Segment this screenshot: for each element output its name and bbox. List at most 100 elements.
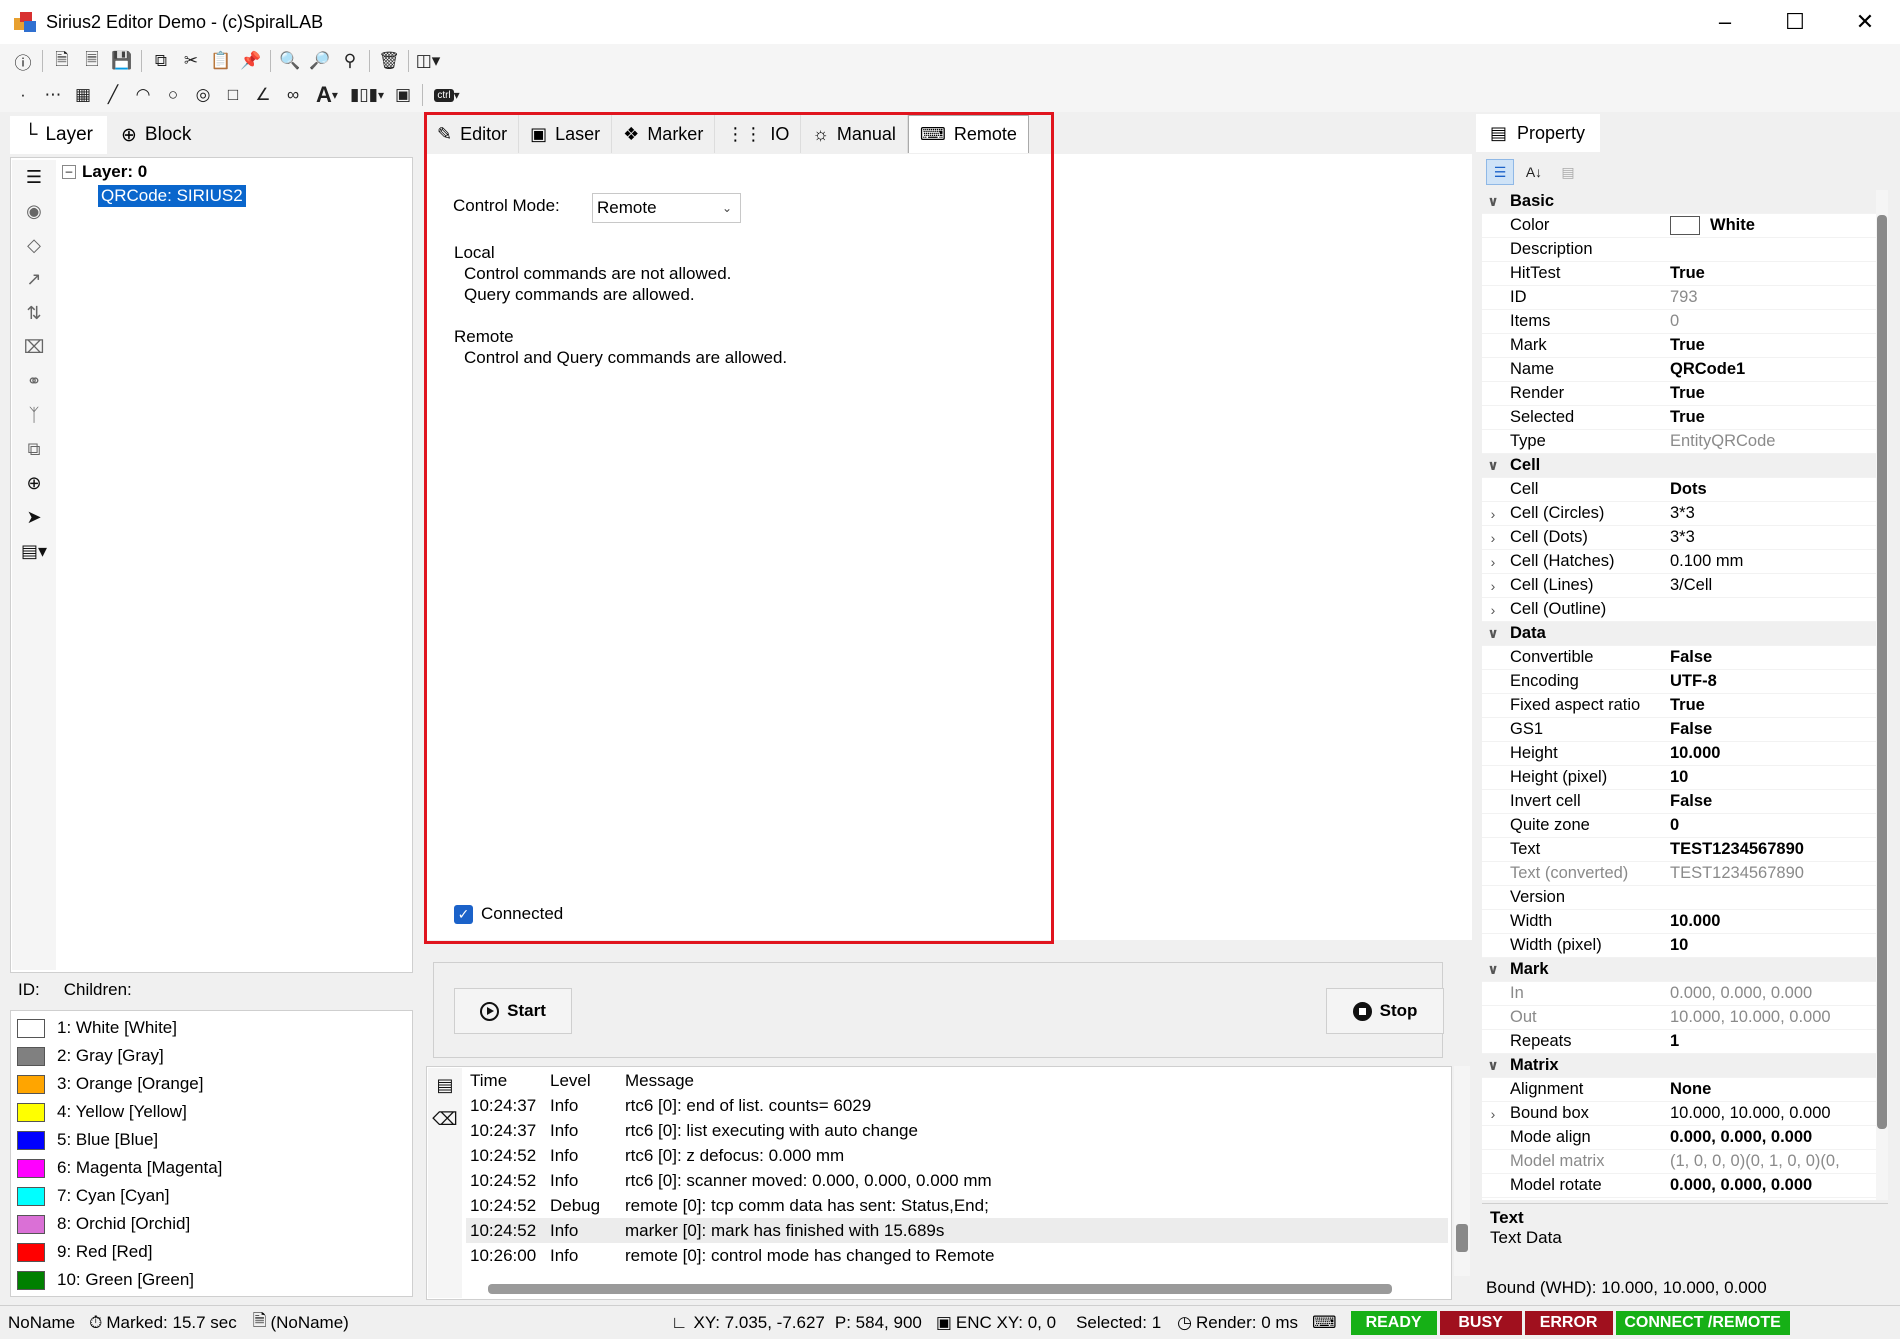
property-row[interactable]: › Cell (Lines) 3/Cell [1482, 574, 1886, 598]
raster-icon[interactable]: ▦ [68, 80, 98, 110]
points-icon[interactable]: ⋯ [38, 80, 68, 110]
property-value[interactable]: False [1666, 792, 1886, 811]
collapse-chevron-icon[interactable]: ∨ [1482, 1057, 1504, 1074]
alphabetical-icon[interactable]: A↓ [1520, 159, 1548, 185]
property-row[interactable]: Convertible False [1482, 646, 1886, 670]
save-icon[interactable]: 💾 [107, 46, 137, 76]
categorized-icon[interactable]: ☰ [1486, 159, 1514, 185]
open-document-icon[interactable]: 🗏 [77, 46, 107, 76]
trepan-icon[interactable]: ∞ [278, 80, 308, 110]
cut-icon[interactable]: ✂ [176, 46, 206, 76]
pen-item[interactable]: 9: Red [Red] [11, 1238, 412, 1266]
log-row[interactable]: 10:24:37 Info rtc6 [0]: list executing wit… [466, 1118, 1448, 1143]
hatch-icon[interactable]: ◇ [12, 228, 56, 262]
property-row[interactable]: Alignment None [1482, 1078, 1886, 1102]
property-row[interactable]: Height (pixel) 10 [1482, 766, 1886, 790]
property-row[interactable]: Name QRCode1 [1482, 358, 1886, 382]
pen-item[interactable]: 3: Orange [Orange] [11, 1070, 412, 1098]
expand-chevron-icon[interactable]: › [1482, 602, 1504, 618]
expand-chevron-icon[interactable]: › [1482, 1106, 1504, 1122]
property-row[interactable]: › Cell (Hatches) 0.100 mm [1482, 550, 1886, 574]
property-value[interactable]: 0 [1666, 312, 1886, 331]
property-row[interactable]: Description [1482, 238, 1886, 262]
property-value[interactable]: 10.000, 10.000, 0.000 [1666, 1104, 1886, 1123]
eraser-icon[interactable]: ⌫ [428, 1102, 462, 1136]
expand-chevron-icon[interactable]: › [1482, 554, 1504, 570]
pen-item[interactable]: 4: Yellow [Yellow] [11, 1098, 412, 1126]
log-row[interactable]: 10:24:52 Info rtc6 [0]: scanner moved: 0.0… [466, 1168, 1448, 1193]
property-row[interactable]: Text (converted) TEST1234567890 [1482, 862, 1886, 886]
property-row[interactable]: GS1 False [1482, 718, 1886, 742]
paste-icon[interactable]: 📋 [206, 46, 236, 76]
polyline-icon[interactable]: ∠ [248, 80, 278, 110]
property-category[interactable]: ∨ Data [1482, 622, 1886, 646]
pen-item[interactable]: 10: Green [Green] [11, 1266, 412, 1294]
log-row[interactable]: 10:26:00 Info remote [0]: control mode has… [466, 1243, 1448, 1268]
log-hscroll[interactable] [488, 1284, 1392, 1294]
property-category[interactable]: ∨ Basic [1482, 190, 1886, 214]
expand-chevron-icon[interactable]: › [1482, 578, 1504, 594]
property-row[interactable]: Render True [1482, 382, 1886, 406]
tree-node-layer[interactable]: – Layer: 0 [62, 160, 402, 184]
property-value[interactable]: 3*3 [1666, 504, 1886, 523]
property-row[interactable]: Cell Dots [1482, 478, 1886, 502]
collapse-chevron-icon[interactable]: ∨ [1482, 193, 1504, 210]
copy-icon[interactable]: ⧉ [146, 46, 176, 76]
property-value[interactable]: TEST1234567890 [1666, 840, 1886, 859]
property-value[interactable]: EntityQRCode [1666, 432, 1886, 451]
log-row[interactable]: 10:24:52 Debug remote [0]: tcp comm data h… [466, 1193, 1448, 1218]
property-value[interactable]: True [1666, 336, 1886, 355]
property-value[interactable]: 0.000, 0.000, 0.000 [1666, 984, 1886, 1003]
property-value[interactable]: TEST1234567890 [1666, 864, 1886, 883]
property-row[interactable]: Mode align 0.000, 0.000, 0.000 [1482, 1126, 1886, 1150]
control-dropdown-icon[interactable]: ctrl ▾ [427, 80, 467, 110]
3d-icon[interactable]: ◉ [12, 194, 56, 228]
stop-button[interactable]: Stop [1326, 988, 1444, 1034]
property-value[interactable]: 3/Cell [1666, 576, 1886, 595]
zoom-fit-icon[interactable]: ⚲ [335, 46, 365, 76]
close-icon[interactable]: ✕ [1830, 0, 1900, 44]
maximize-icon[interactable]: ☐ [1760, 0, 1830, 44]
tree-node-qrcode[interactable]: QRCode: SIRIUS2 [62, 184, 402, 208]
property-value[interactable]: Dots [1666, 480, 1886, 499]
property-scroll-thumb[interactable] [1877, 215, 1887, 1129]
property-value[interactable]: 0.100 mm [1666, 552, 1886, 571]
spiral-icon[interactable]: ◎ [188, 80, 218, 110]
log-row[interactable]: 10:24:52 Info marker [0]: mark has finishe… [466, 1218, 1448, 1243]
info-icon[interactable]: ⓘ [8, 46, 38, 76]
sort-icon[interactable]: ⇅ [12, 296, 56, 330]
tab-property[interactable]: ▤ Property [1476, 114, 1600, 152]
expand-chevron-icon[interactable]: › [1482, 506, 1504, 522]
log-vscroll[interactable] [1454, 1066, 1470, 1276]
tab-block[interactable]: ⊕ Block [107, 116, 205, 154]
property-row[interactable]: Type EntityQRCode [1482, 430, 1886, 454]
property-value[interactable]: False [1666, 648, 1886, 667]
property-value[interactable]: True [1666, 384, 1886, 403]
property-pages-icon[interactable]: ▤ [1554, 159, 1582, 185]
start-button[interactable]: Start [454, 988, 572, 1034]
property-value[interactable]: 10 [1666, 936, 1886, 955]
property-value[interactable]: 10 [1666, 768, 1886, 787]
split-icon[interactable]: ᛉ [12, 398, 56, 432]
property-value[interactable]: White [1666, 216, 1886, 236]
property-value[interactable]: 10.000, 10.000, 0.000 [1666, 1008, 1886, 1027]
property-row[interactable]: Version [1482, 886, 1886, 910]
pen-item[interactable]: 5: Blue [Blue] [11, 1126, 412, 1154]
property-row[interactable]: › Bound box 10.000, 10.000, 0.000 [1482, 1102, 1886, 1126]
log-row[interactable]: 10:24:52 Info rtc6 [0]: z defocus: 0.000 m… [466, 1143, 1448, 1168]
tool-dropdown-icon[interactable]: ▤▾ [12, 534, 56, 568]
property-value[interactable]: 793 [1666, 288, 1886, 307]
property-row[interactable]: Items 0 [1482, 310, 1886, 334]
align-dropdown-icon[interactable]: ◫▾ [413, 46, 443, 76]
zoom-out-icon[interactable]: 🔍 [275, 46, 305, 76]
collapse-chevron-icon[interactable]: ∨ [1482, 961, 1504, 978]
paste-array-icon[interactable]: 📌 [236, 46, 266, 76]
group-icon[interactable]: ⌧ [12, 330, 56, 364]
property-row[interactable]: Width (pixel) 10 [1482, 934, 1886, 958]
pen-item[interactable]: 8: Orchid [Orchid] [11, 1210, 412, 1238]
property-category[interactable]: ∨ Mark [1482, 958, 1886, 982]
layers-icon[interactable]: ☰ [12, 160, 56, 194]
pen-item[interactable]: 2: Gray [Gray] [11, 1042, 412, 1070]
rectangle-icon[interactable]: □ [218, 80, 248, 110]
log-list-icon[interactable]: ▤ [428, 1068, 462, 1102]
